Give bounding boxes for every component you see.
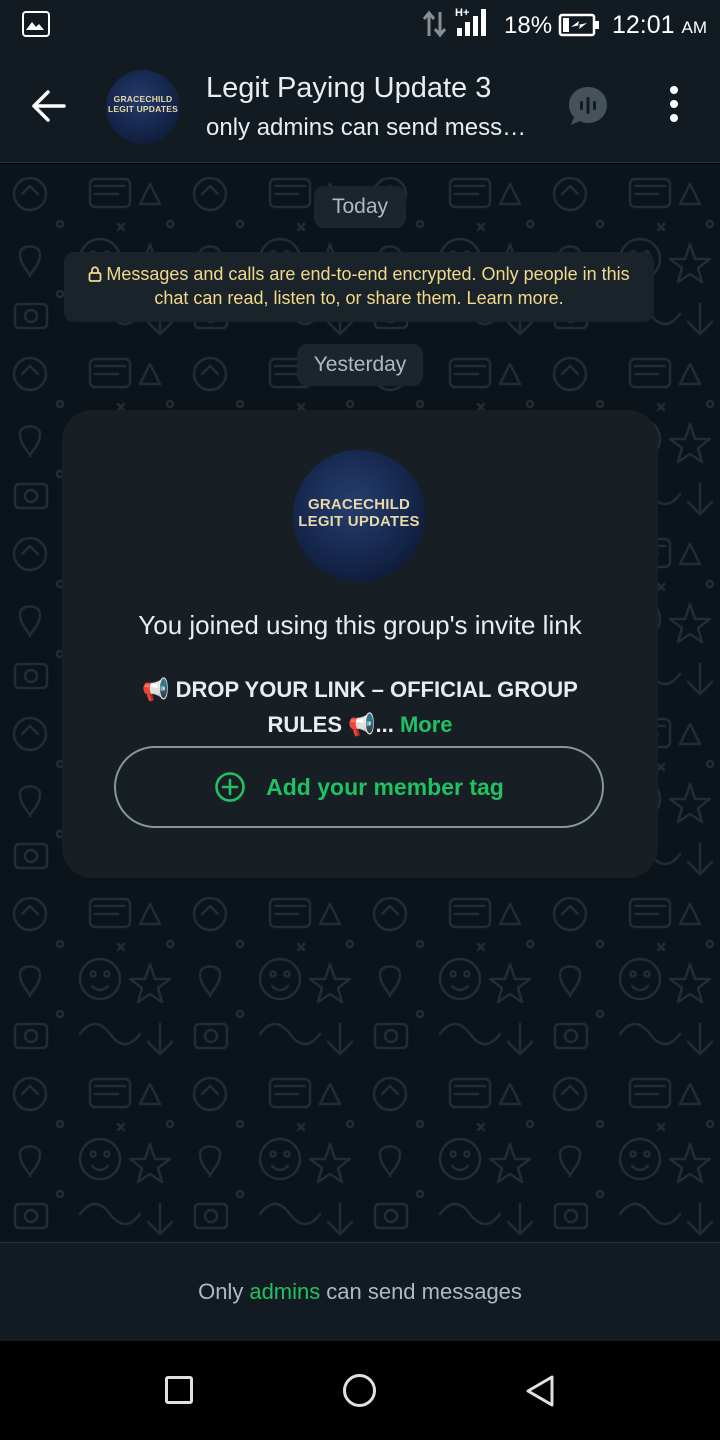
add-member-tag-button[interactable]: Add your member tag	[114, 746, 604, 828]
avatar-text-line2: LEGIT UPDATES	[108, 104, 178, 114]
system-nav-bar	[0, 1341, 720, 1440]
battery-percent: 18%	[504, 12, 553, 39]
group-invite-card: GRACECHILD LEGIT UPDATES You joined usin…	[62, 410, 658, 878]
avatar-text-line2: LEGIT UPDATES	[298, 513, 420, 530]
group-subtitle[interactable]: only admins can send mess…	[206, 114, 536, 142]
more-link[interactable]: More	[400, 712, 453, 737]
nav-back-icon[interactable]	[524, 1374, 556, 1408]
group-description: 📢 DROP YOUR LINK – OFFICIAL GROUP RULES …	[122, 672, 598, 742]
add-member-tag-label: Add your member tag	[266, 773, 504, 800]
battery-charging-icon	[558, 13, 599, 37]
chat-header: GRACECHILD LEGIT UPDATES Legit Paying Up…	[0, 52, 720, 163]
date-divider-yesterday: Yesterday	[297, 344, 423, 386]
svg-text:H+: H+	[455, 7, 469, 19]
joined-via-link-text: You joined using this group's invite lin…	[138, 610, 582, 640]
more-vert-icon[interactable]	[664, 86, 684, 126]
admins-only-footer: Only admins can send messages	[0, 1242, 720, 1341]
lock-icon	[88, 266, 102, 282]
group-description-text: 📢 DROP YOUR LINK – OFFICIAL GROUP RULES …	[142, 677, 578, 737]
signal-strength-icon: H+	[455, 7, 486, 36]
footer-suffix: can send messages	[326, 1279, 522, 1304]
avatar-text-line1: GRACECHILD	[308, 496, 410, 513]
admins-link[interactable]: admins	[249, 1279, 320, 1305]
footer-prefix: Only	[198, 1279, 244, 1304]
group-avatar-large[interactable]: GRACECHILD LEGIT UPDATES	[293, 450, 425, 582]
arrow-left-icon[interactable]	[24, 86, 74, 126]
plus-circle-icon	[215, 772, 245, 802]
chat-area[interactable]: Today Messages and calls are end-to-end …	[0, 164, 720, 1242]
recent-apps-button[interactable]	[165, 1376, 193, 1404]
status-bar: H+ 18% 12:01 AM	[0, 0, 720, 52]
encryption-notice-text: Messages and calls are end-to-end encryp…	[106, 264, 630, 308]
voice-chat-icon[interactable]	[566, 84, 610, 128]
data-transfer-icon	[422, 10, 447, 38]
gallery-notification-icon	[22, 11, 50, 37]
clock: 12:01 AM	[612, 11, 708, 39]
home-button[interactable]	[343, 1374, 376, 1407]
avatar-text-line1: GRACECHILD	[113, 94, 173, 104]
date-divider-today: Today	[314, 186, 406, 228]
encryption-notice[interactable]: Messages and calls are end-to-end encryp…	[64, 252, 654, 322]
group-avatar[interactable]: GRACECHILD LEGIT UPDATES	[106, 70, 180, 144]
group-title[interactable]: Legit Paying Update 3	[206, 72, 491, 105]
